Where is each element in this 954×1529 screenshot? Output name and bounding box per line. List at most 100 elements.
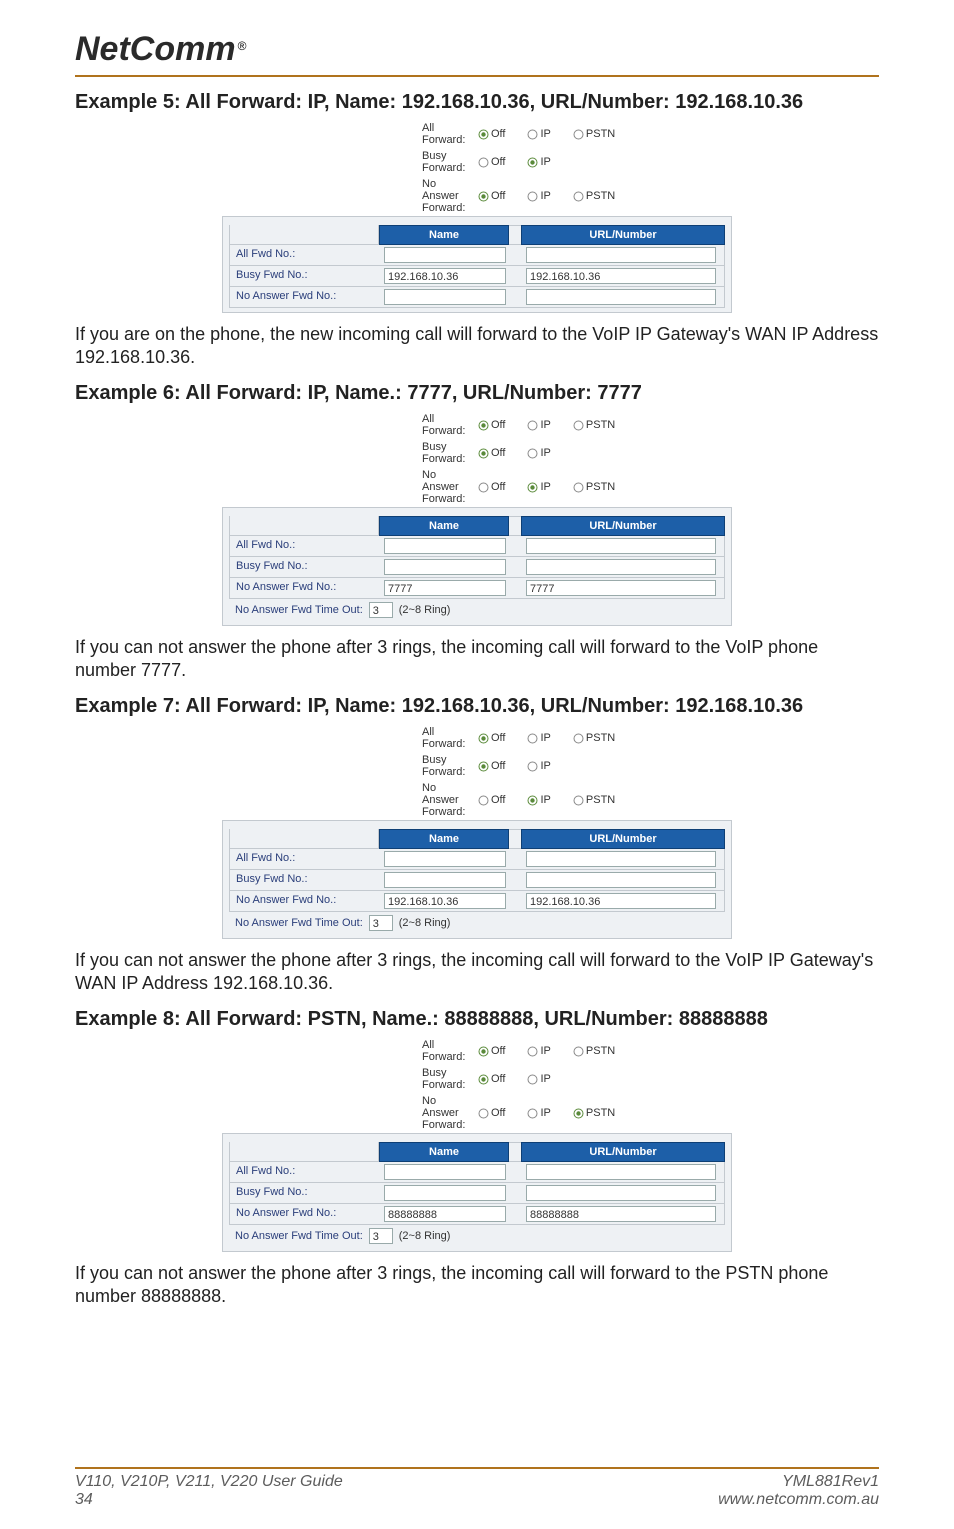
- timeout-label: No Answer Fwd Time Out:: [235, 1230, 363, 1242]
- radio-ip[interactable]: IP: [527, 760, 550, 772]
- radio-ip[interactable]: IP: [527, 1045, 550, 1057]
- radio-off[interactable]: Off: [478, 156, 505, 168]
- forward-radio-row: Busy Forward:OffIP: [222, 1065, 732, 1093]
- row-label: All Fwd No.:: [230, 849, 380, 869]
- name-input[interactable]: 192.168.10.36: [384, 893, 506, 909]
- example-paragraph: If you can not answer the phone after 3 …: [75, 949, 879, 994]
- timeout-input[interactable]: 3: [369, 1228, 393, 1244]
- radio-ip[interactable]: IP: [527, 128, 550, 140]
- radio-pstn[interactable]: PSTN: [573, 128, 615, 140]
- radio-ip-label: IP: [540, 794, 550, 806]
- radio-off[interactable]: Off: [478, 760, 505, 772]
- forward-radio-row: No Answer Forward: Off IP PSTN: [222, 467, 732, 507]
- radio-off[interactable]: Off: [478, 1107, 505, 1119]
- name-input[interactable]: [384, 1164, 506, 1180]
- url-input[interactable]: [526, 851, 716, 867]
- name-input[interactable]: [384, 872, 506, 888]
- radio-ip[interactable]: IP: [527, 419, 550, 431]
- radio-ip[interactable]: IP: [527, 794, 550, 806]
- name-input[interactable]: [384, 559, 506, 575]
- name-input[interactable]: [384, 289, 506, 305]
- radio-ip[interactable]: IP: [527, 447, 550, 459]
- radio-pstn[interactable]: PSTN: [573, 1045, 615, 1057]
- radio-ip-label: IP: [540, 481, 550, 493]
- radio-off-label: Off: [491, 1107, 505, 1119]
- radio-pstn[interactable]: PSTN: [573, 481, 615, 493]
- timeout-input[interactable]: 3: [369, 602, 393, 618]
- col-name: Name: [379, 1142, 509, 1162]
- forward-radio-row: Busy Forward:OffIP: [222, 752, 732, 780]
- forward-radio-row: All Forward: Off IP PSTN: [222, 120, 732, 148]
- forward-row-label: Busy Forward:: [222, 150, 472, 174]
- radio-off-label: Off: [491, 447, 505, 459]
- url-input[interactable]: [526, 1185, 716, 1201]
- name-input[interactable]: [384, 1185, 506, 1201]
- url-input[interactable]: 88888888: [526, 1206, 716, 1222]
- url-input[interactable]: [526, 1164, 716, 1180]
- radio-ip-label: IP: [540, 732, 550, 744]
- forward-table-row: All Fwd No.:: [229, 245, 725, 266]
- radio-off[interactable]: Off: [478, 447, 505, 459]
- radio-off[interactable]: Off: [478, 190, 505, 202]
- radio-ip[interactable]: IP: [527, 156, 550, 168]
- url-input[interactable]: 7777: [526, 580, 716, 596]
- radio-off[interactable]: Off: [478, 1073, 505, 1085]
- radio-off[interactable]: Off: [478, 128, 505, 140]
- name-input[interactable]: 88888888: [384, 1206, 506, 1222]
- radio-ip[interactable]: IP: [527, 732, 550, 744]
- timeout-row: No Answer Fwd Time Out:3(2~8 Ring): [229, 1225, 725, 1247]
- radio-off[interactable]: Off: [478, 481, 505, 493]
- url-input[interactable]: 192.168.10.36: [526, 893, 716, 909]
- page: NetComm ® Example 5: All Forward: IP, Na…: [0, 0, 954, 1529]
- name-input[interactable]: [384, 851, 506, 867]
- registered-icon: ®: [238, 39, 247, 53]
- url-input[interactable]: [526, 872, 716, 888]
- forward-radio-row: No Answer Forward: Off IP PSTN: [222, 1093, 732, 1133]
- header-logo-row: NetComm ®: [75, 30, 879, 77]
- forward-radio-row: Busy Forward: Off IP: [222, 148, 732, 176]
- radio-ip[interactable]: IP: [527, 481, 550, 493]
- url-input[interactable]: [526, 289, 716, 305]
- radio-pstn[interactable]: PSTN: [573, 732, 615, 744]
- radio-ip[interactable]: IP: [527, 1073, 550, 1085]
- forward-table-row: Busy Fwd No.:: [229, 1183, 725, 1204]
- radio-off-label: Off: [491, 794, 505, 806]
- radio-pstn[interactable]: PSTN: [573, 190, 615, 202]
- url-input[interactable]: [526, 538, 716, 554]
- example-heading: Example 7: All Forward: IP, Name: 192.16…: [75, 695, 879, 718]
- name-input[interactable]: [384, 538, 506, 554]
- example-heading: Example 5: All Forward: IP, Name: 192.16…: [75, 91, 879, 114]
- name-input[interactable]: 192.168.10.36: [384, 268, 506, 284]
- example-paragraph: If you are on the phone, the new incomin…: [75, 323, 879, 368]
- name-input[interactable]: [384, 247, 506, 263]
- radio-ip[interactable]: IP: [527, 1107, 550, 1119]
- forward-table-row: Busy Fwd No.:: [229, 870, 725, 891]
- radio-pstn-label: PSTN: [586, 1045, 615, 1057]
- radio-off[interactable]: Off: [478, 732, 505, 744]
- radio-off[interactable]: Off: [478, 419, 505, 431]
- example-heading: Example 6: All Forward: IP, Name.: 7777,…: [75, 382, 879, 405]
- radio-ip[interactable]: IP: [527, 190, 550, 202]
- radio-off[interactable]: Off: [478, 794, 505, 806]
- radio-pstn[interactable]: PSTN: [573, 1107, 615, 1119]
- url-input[interactable]: [526, 559, 716, 575]
- forward-settings-block: All Forward:OffIPPSTNBusy Forward:OffIPN…: [222, 411, 732, 626]
- examples-container: Example 5: All Forward: IP, Name: 192.16…: [75, 91, 879, 1307]
- forward-row-label: No Answer Forward:: [222, 1095, 472, 1131]
- forward-table-row: All Fwd No.:: [229, 1162, 725, 1183]
- forward-table-row: All Fwd No.:: [229, 536, 725, 557]
- forward-row-label: No Answer Forward:: [222, 469, 472, 505]
- name-input[interactable]: 7777: [384, 580, 506, 596]
- url-input[interactable]: [526, 247, 716, 263]
- timeout-input[interactable]: 3: [369, 915, 393, 931]
- url-input[interactable]: 192.168.10.36: [526, 268, 716, 284]
- timeout-note: (2~8 Ring): [399, 917, 451, 929]
- example-heading: Example 8: All Forward: PSTN, Name.: 888…: [75, 1008, 879, 1031]
- footer-page-number: 34: [75, 1491, 343, 1509]
- radio-off[interactable]: Off: [478, 1045, 505, 1057]
- row-label: No Answer Fwd No.:: [230, 578, 380, 598]
- forward-settings-block: All Forward:OffIPPSTNBusy Forward:OffIPN…: [222, 724, 732, 939]
- radio-pstn[interactable]: PSTN: [573, 794, 615, 806]
- radio-pstn[interactable]: PSTN: [573, 419, 615, 431]
- forward-row-label: All Forward:: [222, 122, 472, 146]
